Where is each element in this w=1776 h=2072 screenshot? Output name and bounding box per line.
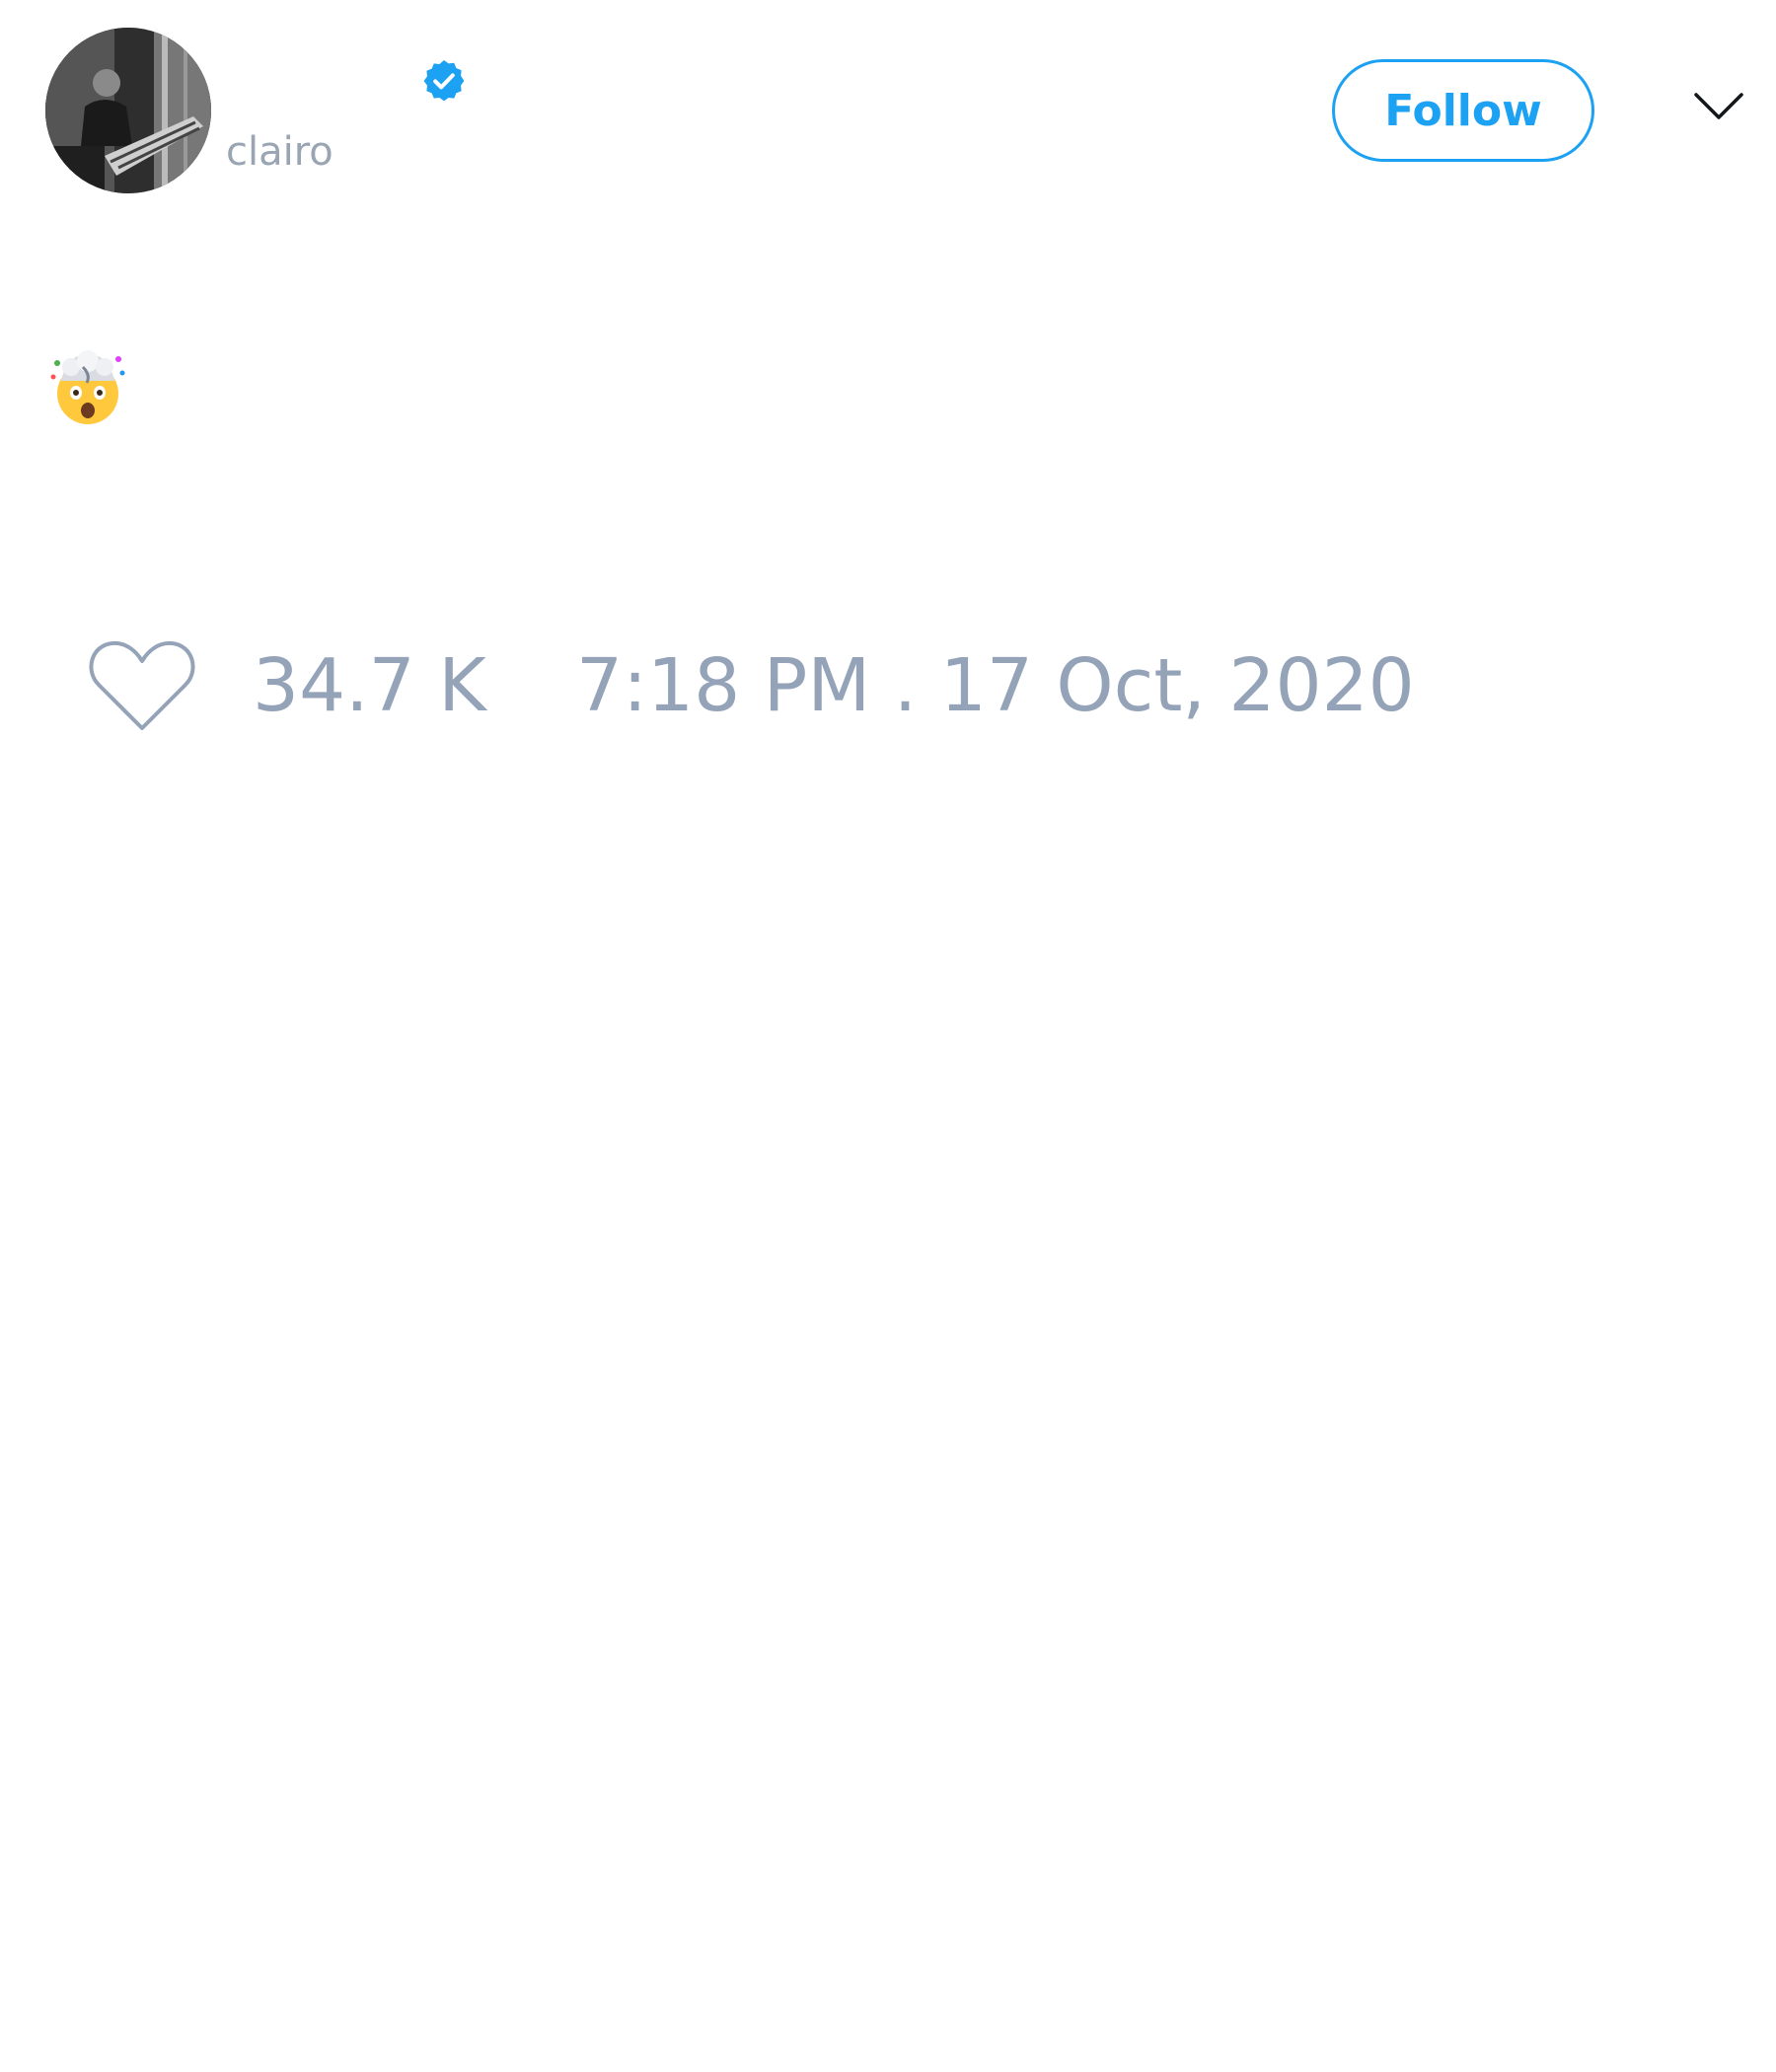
- avatar-photo-icon: [45, 28, 211, 193]
- chevron-down-icon[interactable]: [1693, 91, 1744, 122]
- avatar[interactable]: [45, 28, 211, 193]
- user-handle[interactable]: clairo: [226, 126, 333, 178]
- like-count[interactable]: 34.7 K: [253, 641, 486, 730]
- tweet-card: clairo Follow 🤯 34.7 K 7:18 PM . 17 Oct,…: [0, 0, 1776, 2072]
- tweet-timestamp[interactable]: 7:18 PM . 17 Oct, 2020: [576, 641, 1415, 730]
- follow-button[interactable]: Follow: [1332, 59, 1594, 162]
- heart-icon[interactable]: [87, 635, 197, 734]
- verified-badge-icon: [423, 60, 465, 102]
